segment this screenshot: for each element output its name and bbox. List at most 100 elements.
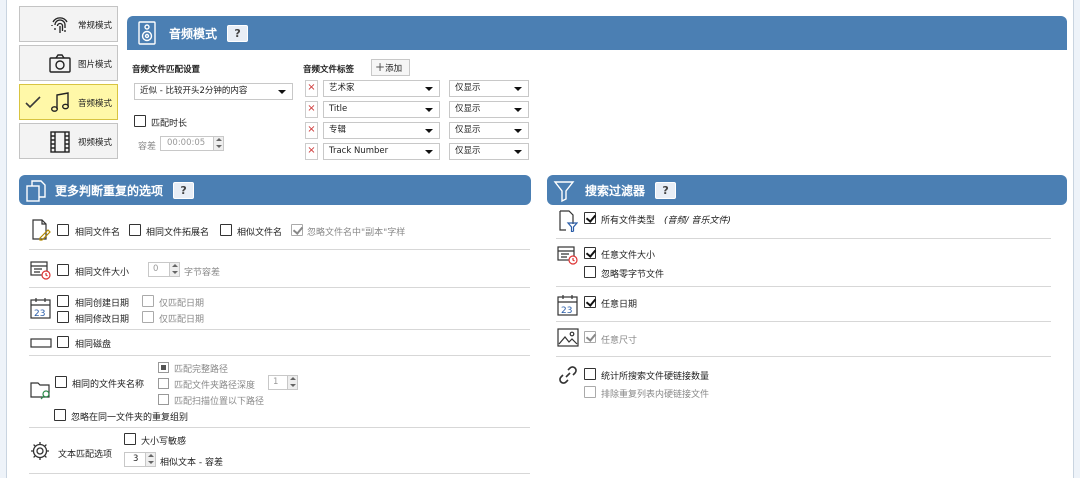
remove-tag-button[interactable]: × [305, 143, 318, 160]
chevron-down-icon [514, 87, 522, 91]
match-below-scan-radio[interactable] [158, 394, 169, 405]
chevron-down-icon [514, 150, 522, 154]
all-file-types-hint: (音频/ 音乐文件) [664, 216, 731, 226]
mode-tab-normal[interactable]: 常规模式 [19, 6, 118, 42]
spin-buttons[interactable] [213, 137, 223, 150]
size-tolerance-spinner[interactable]: 0 [148, 262, 180, 277]
same-extension-checkbox[interactable] [129, 224, 141, 236]
spin-buttons[interactable] [287, 376, 297, 389]
file-size-icon [30, 261, 51, 280]
help-button[interactable]: ? [227, 24, 249, 42]
remove-tag-button[interactable]: × [305, 122, 318, 139]
close-icon: × [307, 103, 316, 114]
tag-name-dropdown[interactable]: Track Number [323, 143, 440, 160]
same-disk-label: 相同磁盘 [75, 340, 112, 350]
tag-name-value: 专辑 [329, 125, 347, 135]
modified-date-only-label: 仅匹配日期 [159, 315, 205, 325]
any-date-checkbox[interactable] [584, 296, 596, 308]
svg-text:23: 23 [561, 306, 572, 316]
similar-filename-checkbox[interactable] [220, 224, 232, 236]
folder-search-icon [30, 382, 50, 400]
any-dimensions-checkbox[interactable] [584, 331, 596, 343]
any-size-label: 任意文件大小 [601, 251, 656, 261]
ignore-zero-byte-label: 忽略零字节文件 [601, 270, 665, 280]
exclude-hardlinks-checkbox[interactable] [584, 386, 596, 398]
add-tag-button[interactable]: +添加 [371, 59, 410, 76]
chevron-down-icon [425, 129, 433, 133]
match-duration-checkbox[interactable] [134, 115, 146, 127]
tag-mode-dropdown[interactable]: 仅显示 [449, 122, 529, 139]
same-disk-checkbox[interactable] [57, 336, 69, 348]
divider [556, 238, 1051, 239]
all-file-types-checkbox[interactable] [584, 212, 596, 224]
divider [29, 473, 530, 474]
help-button[interactable]: ? [655, 181, 677, 199]
tolerance-value: 00:00:05 [167, 138, 206, 148]
modified-date-only-checkbox[interactable] [142, 311, 154, 323]
ignore-copy-checkbox[interactable] [291, 224, 303, 236]
folder-depth-value: 1 [273, 377, 279, 387]
same-size-checkbox[interactable] [57, 264, 69, 276]
svg-text:23: 23 [34, 309, 45, 319]
case-sensitive-label: 大小写敏感 [141, 437, 187, 447]
music-note-icon [51, 92, 69, 112]
mode-tab-image[interactable]: 图片模式 [19, 45, 118, 81]
audio-mode-header: 音频模式 ? [127, 16, 1067, 50]
file-filter-icon [559, 210, 578, 232]
same-created-checkbox[interactable] [57, 295, 69, 307]
ignore-copy-label: 忽略文件名中"副本"字样 [307, 228, 406, 238]
spin-buttons[interactable] [145, 453, 155, 466]
remove-tag-button[interactable]: × [305, 101, 318, 118]
link-icon [559, 366, 577, 384]
mode-label: 图片模式 [78, 60, 113, 70]
audio-tags-label: 音频文件标签 [303, 65, 355, 75]
same-extension-label: 相同文件拓展名 [146, 228, 210, 238]
film-icon [50, 131, 70, 153]
audio-match-dropdown[interactable]: 近似 - 比较开头2分钟的内容 [134, 83, 293, 100]
file-size-icon [557, 246, 578, 265]
created-date-only-label: 仅匹配日期 [159, 299, 205, 309]
same-modified-checkbox[interactable] [57, 311, 69, 323]
add-tag-label: 添加 [385, 64, 403, 74]
mode-tab-audio[interactable]: 音频模式 [19, 84, 118, 120]
tolerance-spinner[interactable]: 00:00:05 [160, 136, 224, 151]
chevron-down-icon [278, 90, 286, 94]
ignore-zero-byte-checkbox[interactable] [584, 266, 596, 278]
same-filename-label: 相同文件名 [75, 228, 121, 238]
match-full-path-label: 匹配完整路径 [174, 365, 229, 375]
close-icon: × [307, 82, 316, 93]
audio-match-label: 音频文件匹配设置 [132, 65, 201, 75]
more-options-title: 更多判断重复的选项 [55, 183, 164, 198]
created-date-only-checkbox[interactable] [142, 295, 154, 307]
any-dimensions-label: 任意尺寸 [601, 336, 638, 346]
tag-mode-dropdown[interactable]: 仅显示 [449, 143, 529, 160]
divider [29, 249, 530, 250]
tag-name-dropdown[interactable]: 专辑 [323, 122, 440, 139]
tag-mode-dropdown[interactable]: 仅显示 [449, 80, 529, 97]
spin-buttons[interactable] [169, 263, 179, 276]
tag-name-dropdown[interactable]: Title [323, 101, 440, 118]
folder-depth-spinner[interactable]: 1 [268, 375, 298, 390]
tag-mode-dropdown[interactable]: 仅显示 [449, 101, 529, 118]
ignore-same-folder-checkbox[interactable] [54, 409, 66, 421]
filter-header: 搜索过滤器 ? [547, 175, 1067, 205]
similar-filename-label: 相似文件名 [237, 228, 283, 238]
any-size-checkbox[interactable] [584, 247, 596, 259]
same-size-label: 相同文件大小 [75, 268, 130, 278]
fingerprint-icon [51, 17, 68, 33]
help-button[interactable]: ? [173, 181, 195, 199]
mode-tab-video[interactable]: 视频模式 [19, 123, 118, 159]
close-icon: × [307, 124, 316, 135]
count-hardlinks-checkbox[interactable] [584, 368, 596, 380]
remove-tag-button[interactable]: × [305, 80, 318, 97]
match-folder-depth-radio[interactable] [158, 378, 169, 389]
same-filename-checkbox[interactable] [57, 224, 69, 236]
case-sensitive-checkbox[interactable] [124, 433, 136, 445]
similar-text-spinner[interactable]: 3 [124, 452, 156, 467]
match-full-path-radio[interactable] [158, 362, 169, 373]
checkmark-icon [25, 96, 41, 109]
similar-text-value: 3 [133, 454, 139, 464]
divider [556, 286, 1051, 287]
tag-name-dropdown[interactable]: 艺术家 [323, 80, 440, 97]
same-folder-checkbox[interactable] [55, 376, 67, 388]
